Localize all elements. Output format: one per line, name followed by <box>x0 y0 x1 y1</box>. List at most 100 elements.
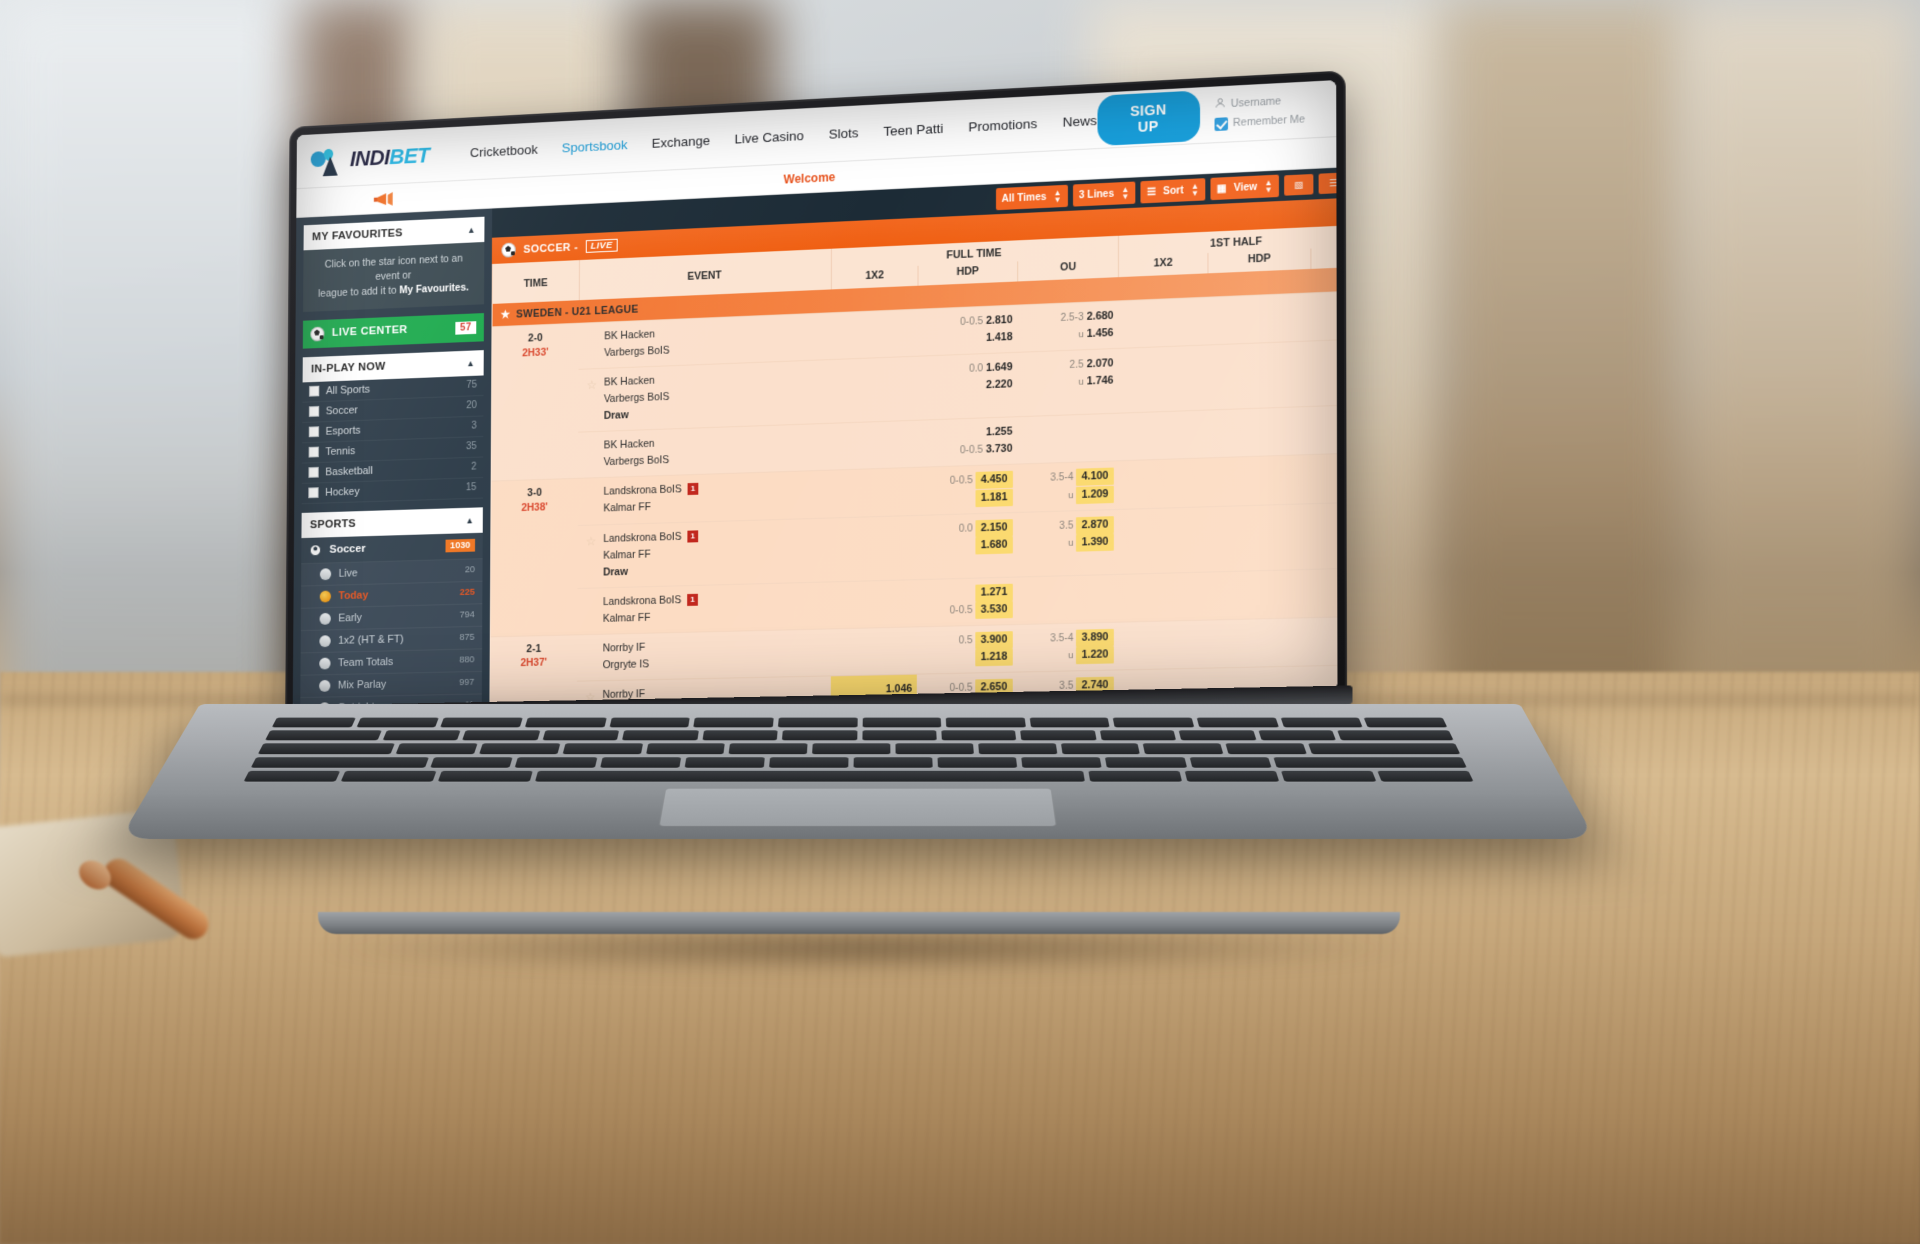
event-cell[interactable]: Norrby IF Orgryte IS <box>577 628 831 682</box>
ft-hdp-cell[interactable]: 0-0.5 4.450 1.181 <box>917 464 1018 515</box>
ft-hdp-cell[interactable]: 0.0 1.649 2.220 <box>917 352 1018 421</box>
time-filter-select[interactable]: All Times ▲ ▼ <box>995 184 1068 211</box>
ft-1x2-cell[interactable] <box>830 467 918 518</box>
event-cell[interactable]: Landskrona BoIS 1 Kalmar FF <box>578 470 832 526</box>
1h-1x2-cell[interactable] <box>1118 297 1208 349</box>
list-view-icon[interactable]: ☰ <box>1318 172 1338 195</box>
in-play-label: Soccer <box>325 404 358 417</box>
in-play-label: Hockey <box>325 485 360 499</box>
nav-item-exchange[interactable]: Exchange <box>652 133 710 151</box>
ft-1x2-cell[interactable] <box>831 420 918 471</box>
1h-ou-cell[interactable] <box>1311 405 1338 455</box>
ft-1x2-cell[interactable] <box>830 626 918 676</box>
hdp-hint: 0-0.5 <box>949 475 973 488</box>
nav-item-cricketbook[interactable]: Cricketbook <box>470 142 538 160</box>
view-icon: ▦ <box>1216 182 1227 195</box>
checkbox-icon[interactable] <box>309 385 320 397</box>
hdp-odd-top: 2.810 <box>986 313 1013 327</box>
1h-1x2-cell[interactable] <box>1118 410 1209 462</box>
ft-ou-cell[interactable] <box>1017 573 1119 625</box>
chevron-updown-icon: ▲ ▼ <box>1190 181 1200 199</box>
nav-item-live-casino[interactable]: Live Casino <box>735 128 804 146</box>
1h-ou-cell[interactable] <box>1311 453 1338 504</box>
ft-hdp-cell[interactable]: 0-0.5 2.810 1.418 <box>917 305 1018 357</box>
favourite-star-icon[interactable]: ☆ <box>586 376 596 395</box>
in-play-count: 15 <box>465 482 477 494</box>
checkbox-icon[interactable] <box>308 446 319 458</box>
brand-logo[interactable]: INDIBET <box>310 136 459 178</box>
ft-ou-cell[interactable] <box>1017 413 1119 465</box>
grid-view-icon[interactable]: ▧ <box>1284 173 1314 196</box>
in-play-count: 75 <box>466 379 477 391</box>
1h-hdp-cell[interactable] <box>1207 341 1312 411</box>
ft-1x2-cell[interactable] <box>831 309 918 360</box>
1h-1x2-cell[interactable] <box>1118 345 1209 414</box>
1h-1x2-cell[interactable] <box>1118 458 1209 509</box>
1h-ou-cell[interactable] <box>1311 616 1338 666</box>
hdp-hint: 0.5 <box>958 634 973 647</box>
ft-1x2-cell[interactable] <box>831 356 918 424</box>
match-time-cell: 2-0 2H33' <box>491 323 580 482</box>
sidebar-sub-label: Team Totals <box>337 655 394 669</box>
1h-hdp-cell[interactable] <box>1208 503 1312 572</box>
nav-item-promotions[interactable]: Promotions <box>968 116 1037 135</box>
1h-ou-cell[interactable] <box>1311 291 1338 342</box>
lines-filter-select[interactable]: 3 Lines ▲ ▼ <box>1072 181 1136 207</box>
nav-item-news[interactable]: News <box>1063 113 1097 130</box>
username-input[interactable]: Username <box>1231 95 1281 110</box>
nav-item-slots[interactable]: Slots <box>829 125 859 141</box>
chevron-up-icon[interactable]: ▲ <box>467 225 476 235</box>
ft-hdp-cell[interactable]: 0.5 3.900 1.218 <box>917 624 1018 675</box>
in-play-count: 3 <box>471 420 477 432</box>
chevron-up-icon[interactable]: ▲ <box>465 515 474 525</box>
checkbox-icon[interactable] <box>308 406 320 418</box>
sort-select[interactable]: ☰ Sort ▲ ▼ <box>1140 177 1206 204</box>
1h-1x2-cell[interactable] <box>1118 506 1209 574</box>
ft-ou-cell[interactable]: 3.5 2.870 u 1.390 <box>1017 508 1119 577</box>
remember-me-label: Remember Me <box>1232 113 1306 130</box>
ft-ou-cell[interactable]: 3.5-4 3.890 u 1.220 <box>1017 621 1119 672</box>
1h-1x2-cell[interactable] <box>1118 571 1209 622</box>
ft-ou-cell[interactable]: 2.5 2.070 u 1.746 <box>1017 348 1119 417</box>
hdp-odd-bottom: 2.220 <box>985 378 1013 392</box>
event-cell[interactable]: ☆ BK Hacken Varbergs BoIS Draw <box>578 359 832 433</box>
ft-1x2-cell[interactable] <box>830 514 918 582</box>
hdp-odd-bottom: 1.680 <box>975 536 1013 555</box>
favourite-star-icon[interactable]: ☆ <box>586 532 596 551</box>
1h-ou-cell[interactable] <box>1311 567 1338 618</box>
event-cell[interactable]: Landskrona BoIS 1 Kalmar FF <box>577 581 831 635</box>
ft-1x2-cell[interactable] <box>830 579 918 629</box>
checkbox-icon[interactable] <box>308 467 319 479</box>
1h-hdp-cell[interactable] <box>1207 292 1312 346</box>
nav-item-sportsbook[interactable]: Sportsbook <box>562 137 628 155</box>
ft-hdp-cell[interactable]: 1.255 0-0.5 3.730 <box>917 416 1018 468</box>
1h-hdp-cell[interactable] <box>1208 617 1312 668</box>
live-center-button[interactable]: LIVE CENTER 57 <box>302 312 484 349</box>
1h-hdp-cell[interactable] <box>1208 568 1312 620</box>
ft-hdp-cell[interactable]: 1.271 0-0.5 3.530 <box>917 576 1018 627</box>
trackpad[interactable] <box>658 788 1057 827</box>
nav-item-teen-patti[interactable]: Teen Patti <box>883 121 943 139</box>
checkbox-icon[interactable] <box>308 487 319 499</box>
1h-ou-cell[interactable] <box>1311 339 1338 407</box>
star-icon[interactable]: ★ <box>501 309 511 321</box>
1h-1x2-cell[interactable] <box>1118 619 1209 670</box>
ft-ou-cell[interactable]: 3.5-4 4.100 u 1.209 <box>1017 461 1119 513</box>
ft-hdp-cell[interactable]: 0.0 2.150 1.680 <box>917 512 1018 580</box>
event-cell[interactable]: BK Hacken Varbergs BoIS <box>578 423 832 479</box>
sidebar-sub-count: 997 <box>459 677 475 689</box>
1h-ou-cell[interactable] <box>1311 501 1338 569</box>
view-select[interactable]: ▦ View ▲ ▼ <box>1210 174 1279 201</box>
chevron-up-icon[interactable]: ▲ <box>466 358 475 368</box>
ou-under-label: u <box>1078 376 1084 389</box>
keyboard[interactable] <box>243 717 1474 782</box>
1h-hdp-cell[interactable] <box>1208 454 1312 507</box>
checkbox-icon[interactable] <box>308 426 320 438</box>
ft-ou-cell[interactable]: 2.5-3 2.680 u 1.456 <box>1017 300 1119 353</box>
event-cell[interactable]: ☆ Landskrona BoIS 1 Kalmar FF Draw <box>577 517 831 589</box>
remember-me-checkbox[interactable] <box>1214 116 1228 131</box>
in-play-title: IN-PLAY NOW <box>311 360 386 376</box>
1h-hdp-cell[interactable] <box>1208 406 1312 459</box>
sign-up-button[interactable]: SIGN UP <box>1096 89 1200 146</box>
red-card-icon: 1 <box>687 593 698 606</box>
